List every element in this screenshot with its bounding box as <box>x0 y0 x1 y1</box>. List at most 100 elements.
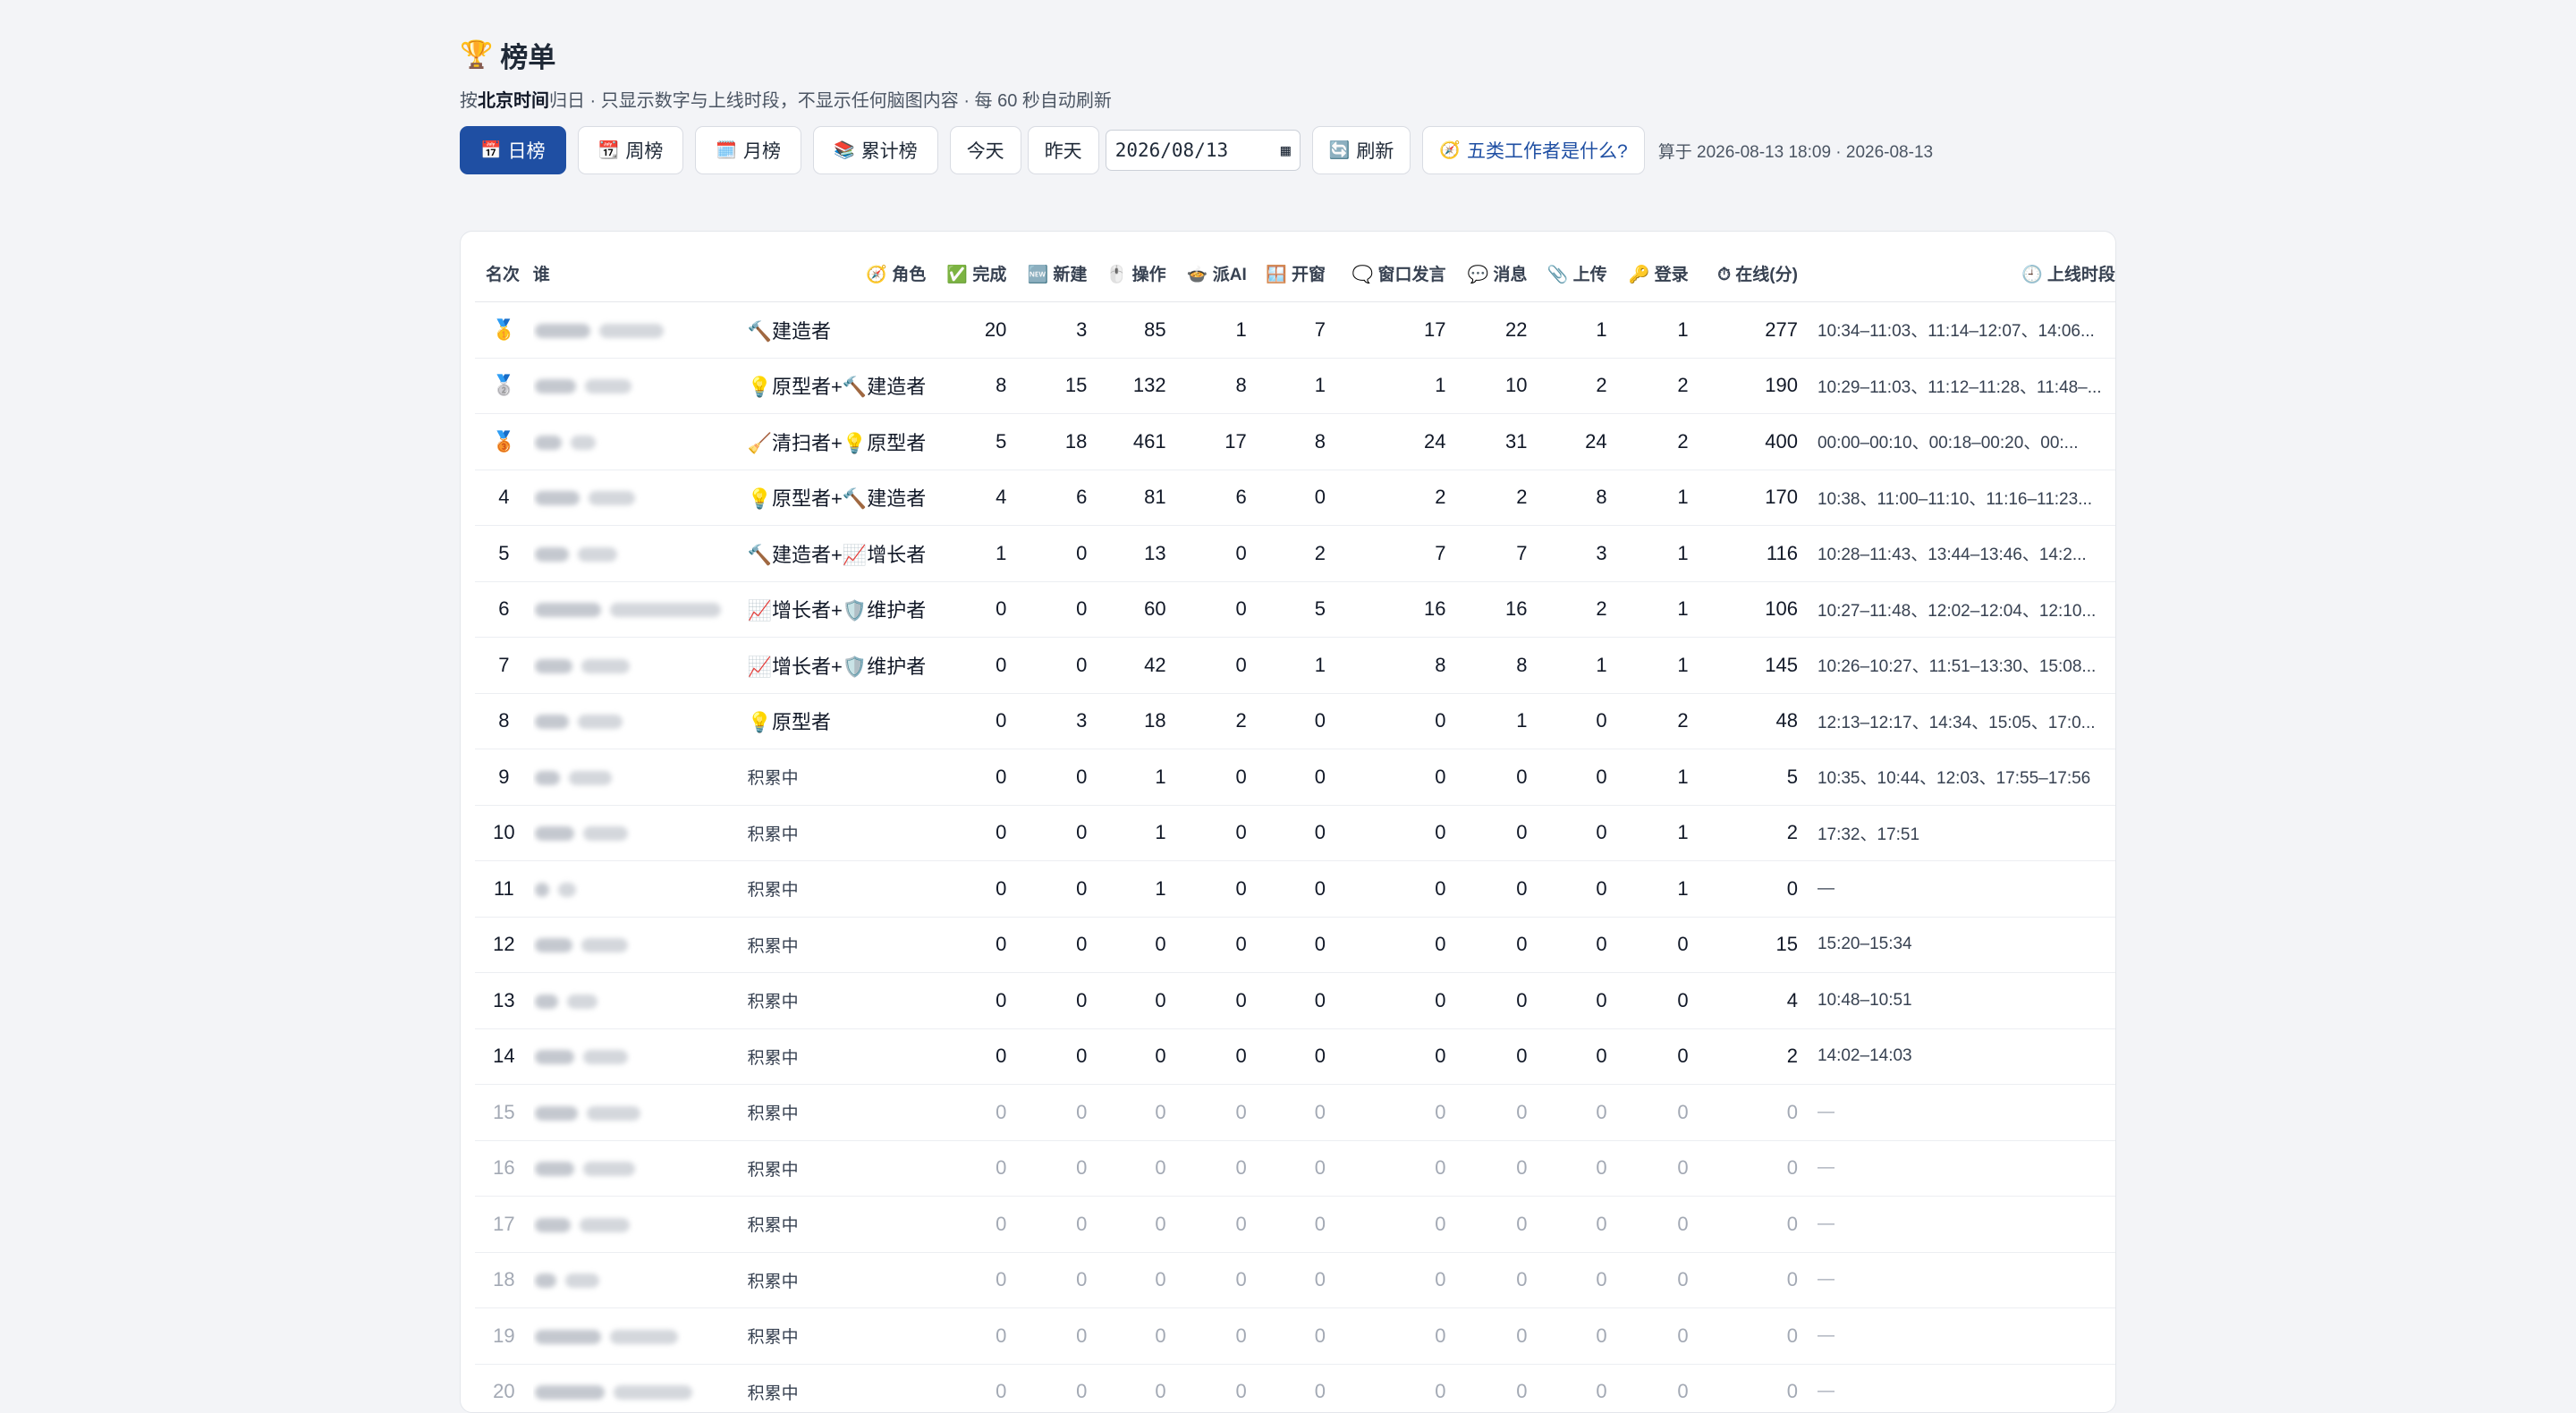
table-row[interactable]: 18积累中0000000000— <box>475 1252 2115 1308</box>
login-cell: 1 <box>1607 470 1689 526</box>
table-row[interactable]: 15积累中0000000000— <box>475 1085 2115 1141</box>
tab-weekly[interactable]: 📆 周榜 <box>578 126 684 174</box>
col-who[interactable]: 谁 <box>533 244 732 302</box>
table-row[interactable]: 11积累中0010000010— <box>475 861 2115 918</box>
col-msg[interactable]: 💬 消息 <box>1446 244 1528 302</box>
role-cell: 积累中 <box>732 973 927 1029</box>
new-cell: 3 <box>1006 693 1087 749</box>
msg-cell: 1 <box>1446 693 1528 749</box>
col-rank[interactable]: 名次 <box>475 244 533 302</box>
date-value: 2026/08/13 <box>1115 140 1228 161</box>
col-ai[interactable]: 🍲 派AI <box>1166 244 1247 302</box>
yesterday-button[interactable]: 昨天 <box>1028 126 1099 174</box>
col-ops[interactable]: 🖱️ 操作 <box>1087 244 1165 302</box>
table-row[interactable]: 6📈增长者+🛡️维护者00600516162110610:27–11:48、12… <box>475 581 2115 638</box>
tab-monthly[interactable]: 🗓️ 月榜 <box>695 126 801 174</box>
table-row[interactable]: 9积累中001000001510:35、10:44、12:03、17:55–17… <box>475 749 2115 806</box>
table-row[interactable]: 4💡原型者+🔨建造者468160228117010:38、11:00–11:10… <box>475 470 2115 526</box>
ops-cell: 0 <box>1087 1085 1165 1141</box>
today-button[interactable]: 今天 <box>950 126 1021 174</box>
col-times[interactable]: 🕘 上线时段 <box>1798 244 2115 302</box>
user-name-cell <box>533 302 732 359</box>
role-cell: 积累中 <box>732 1197 927 1253</box>
role-cell: 积累中 <box>732 917 927 973</box>
table-row[interactable]: 19积累中0000000000— <box>475 1308 2115 1365</box>
table-row[interactable]: 13积累中000000000410:48–10:51 <box>475 973 2115 1029</box>
win-cell: 8 <box>1247 414 1326 470</box>
ai-cell: 0 <box>1166 581 1247 638</box>
table-row[interactable]: 🥈💡原型者+🔨建造者815132811102219010:29–11:03、11… <box>475 358 2115 414</box>
table-row[interactable]: 12积累中0000000001515:20–15:34 <box>475 917 2115 973</box>
redacted-name <box>535 1273 556 1288</box>
table-row[interactable]: 20积累中0000000000— <box>475 1364 2115 1413</box>
redacted-handle <box>589 491 635 505</box>
done-cell: 8 <box>926 358 1006 414</box>
table-row[interactable]: 8💡原型者03182001024812:13–12:17、14:34、15:05… <box>475 693 2115 749</box>
table-row[interactable]: 16积累中0000000000— <box>475 1140 2115 1197</box>
help-button[interactable]: 🧭 五类工作者是什么? <box>1422 126 1644 174</box>
table-row[interactable]: 17积累中0000000000— <box>475 1197 2115 1253</box>
upload-cell: 0 <box>1528 1252 1607 1308</box>
online-cell: 400 <box>1689 414 1798 470</box>
msg-cell: 2 <box>1446 470 1528 526</box>
ai-cell: 0 <box>1166 861 1247 918</box>
ops-cell: 0 <box>1087 917 1165 973</box>
rank-cell: 13 <box>475 973 533 1029</box>
role-cell: 🧹清扫者+💡原型者 <box>732 414 927 470</box>
online-times-cell: 10:34–11:03、11:14–12:07、14:06... <box>1798 302 2115 359</box>
done-cell: 0 <box>926 973 1006 1029</box>
refresh-button[interactable]: 🔄 刷新 <box>1312 126 1411 174</box>
table-row[interactable]: 10积累中001000001217:32、17:51 <box>475 805 2115 861</box>
toolbar: 📅 日榜 📆 周榜 🗓️ 月榜 📚 累计榜 今天 昨天 2026/08/13 ▦… <box>460 125 2114 175</box>
done-cell: 0 <box>926 1308 1006 1365</box>
tab-cumulative[interactable]: 📚 累计榜 <box>813 126 938 174</box>
msg-cell: 16 <box>1446 581 1528 638</box>
user-name-cell <box>533 1085 732 1141</box>
date-input[interactable]: 2026/08/13 ▦ <box>1106 130 1301 171</box>
online-times-cell: 10:26–10:27、11:51–13:30、15:08... <box>1798 638 2115 694</box>
col-online[interactable]: ⏱ 在线(分) <box>1689 244 1798 302</box>
user-name-cell <box>533 526 732 582</box>
ai-cell: 0 <box>1166 973 1247 1029</box>
done-cell: 0 <box>926 693 1006 749</box>
online-cell: 0 <box>1689 1085 1798 1141</box>
trophy-icon: 🏆 <box>460 39 493 71</box>
upload-cell: 0 <box>1528 749 1607 806</box>
page-subtitle: 按北京时间归日 · 只显示数字与上线时段，不显示任何脑图内容 · 每 60 秒自… <box>460 86 2114 111</box>
col-speak[interactable]: 🗨️ 窗口发言 <box>1326 244 1446 302</box>
login-cell: 0 <box>1607 1085 1689 1141</box>
table-row[interactable]: 14积累中000000000214:02–14:03 <box>475 1028 2115 1085</box>
login-cell: 1 <box>1607 581 1689 638</box>
col-upload[interactable]: 📎 上传 <box>1528 244 1607 302</box>
table-row[interactable]: 🥇🔨建造者203851717221127710:34–11:03、11:14–1… <box>475 302 2115 359</box>
table-row[interactable]: 5🔨建造者+📈增长者101302773111610:28–11:43、13:44… <box>475 526 2115 582</box>
msg-cell: 0 <box>1446 861 1528 918</box>
login-cell: 1 <box>1607 861 1689 918</box>
upload-cell: 0 <box>1528 693 1607 749</box>
calendar-picker-icon[interactable]: ▦ <box>1281 141 1291 160</box>
redacted-name <box>535 994 558 1009</box>
new-cell: 0 <box>1006 1028 1087 1085</box>
ops-cell: 60 <box>1087 581 1165 638</box>
col-new[interactable]: 🆕 新建 <box>1006 244 1087 302</box>
calendar-icon: 📅 <box>480 140 502 161</box>
today-label: 今天 <box>967 137 1004 164</box>
redacted-handle <box>581 938 628 952</box>
col-login[interactable]: 🔑 登录 <box>1607 244 1689 302</box>
compass-icon: 🧭 <box>1439 140 1461 161</box>
col-role[interactable]: 🧭 角色 <box>732 244 927 302</box>
online-cell: 116 <box>1689 526 1798 582</box>
redacted-name <box>535 324 590 338</box>
ai-cell: 1 <box>1166 302 1247 359</box>
table-row[interactable]: 🥉🧹清扫者+💡原型者518461178243124240000:00–00:10… <box>475 414 2115 470</box>
speak-cell: 17 <box>1326 302 1446 359</box>
rank-cell: 4 <box>475 470 533 526</box>
page-header: 🏆 榜单 按北京时间归日 · 只显示数字与上线时段，不显示任何脑图内容 · 每 … <box>460 34 2114 175</box>
redacted-handle <box>585 379 631 393</box>
col-win[interactable]: 🪟 开窗 <box>1247 244 1326 302</box>
tab-daily[interactable]: 📅 日榜 <box>460 126 566 174</box>
table-row[interactable]: 7📈增长者+🛡️维护者004201881114510:26–10:27、11:5… <box>475 638 2115 694</box>
subtitle-post: 归日 · 只显示数字与上线时段，不显示任何脑图内容 · 每 60 秒自动刷新 <box>549 91 1112 111</box>
col-done[interactable]: ✅ 完成 <box>926 244 1006 302</box>
user-name-cell <box>533 581 732 638</box>
